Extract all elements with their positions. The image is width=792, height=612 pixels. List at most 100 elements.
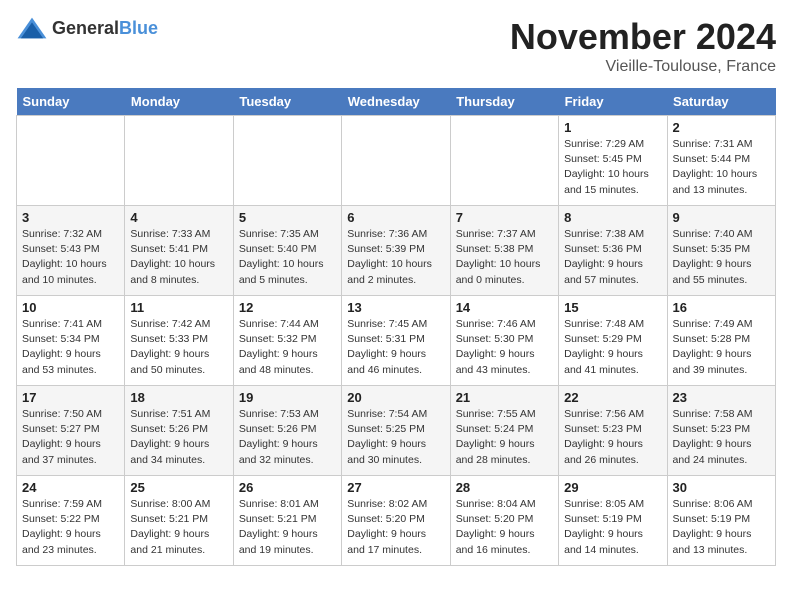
logo-icon [16, 16, 48, 40]
day-info: Sunrise: 7:53 AM Sunset: 5:26 PM Dayligh… [239, 407, 336, 468]
day-number: 8 [564, 210, 661, 225]
calendar-cell: 14Sunrise: 7:46 AM Sunset: 5:30 PM Dayli… [450, 296, 558, 386]
day-number: 29 [564, 480, 661, 495]
calendar-header-row: SundayMondayTuesdayWednesdayThursdayFrid… [17, 88, 776, 116]
calendar-cell: 11 Sunrise: 7:42 AM Sunset: 5:33 PM Dayli… [125, 296, 233, 386]
calendar-cell: 24 Sunrise: 7:59 AM Sunset: 5:22 PM Dayli… [17, 476, 125, 566]
day-number: 22 [564, 390, 661, 405]
day-info: Sunrise: 7:49 AM Sunset: 5:28 PM Dayligh… [673, 317, 770, 378]
header-sunday: Sunday [17, 88, 125, 116]
day-number: 20 [347, 390, 444, 405]
day-info: Sunrise: 8:05 AM Sunset: 5:19 PM Dayligh… [564, 497, 661, 558]
calendar-cell: 22 Sunrise: 7:56 AM Sunset: 5:23 PM Dayli… [559, 386, 667, 476]
day-number: 24 [22, 480, 119, 495]
header-wednesday: Wednesday [342, 88, 450, 116]
day-number: 4 [130, 210, 227, 225]
day-number: 18 [130, 390, 227, 405]
calendar-cell: 8 Sunrise: 7:38 AM Sunset: 5:36 PM Daylig… [559, 206, 667, 296]
calendar-cell: 26Sunrise: 8:01 AM Sunset: 5:21 PM Dayli… [233, 476, 341, 566]
day-info: Sunrise: 8:00 AM Sunset: 5:21 PM Dayligh… [130, 497, 227, 558]
calendar-cell: 2 Sunrise: 7:31 AM Sunset: 5:44 PM Daylig… [667, 116, 775, 206]
day-number: 6 [347, 210, 444, 225]
title-area: November 2024 Vieille-Toulouse, France [510, 16, 776, 76]
calendar-week-row: 3 Sunrise: 7:32 AM Sunset: 5:43 PM Daylig… [17, 206, 776, 296]
day-info: Sunrise: 8:02 AM Sunset: 5:20 PM Dayligh… [347, 497, 444, 558]
day-info: Sunrise: 7:55 AM Sunset: 5:24 PM Dayligh… [456, 407, 553, 468]
day-info: Sunrise: 7:44 AM Sunset: 5:32 PM Dayligh… [239, 317, 336, 378]
location-title: Vieille-Toulouse, France [510, 58, 776, 76]
day-info: Sunrise: 7:41 AM Sunset: 5:34 PM Dayligh… [22, 317, 119, 378]
logo-general: General [52, 18, 119, 38]
day-number: 1 [564, 120, 661, 135]
header-monday: Monday [125, 88, 233, 116]
calendar-week-row: 10 Sunrise: 7:41 AM Sunset: 5:34 PM Dayli… [17, 296, 776, 386]
day-number: 3 [22, 210, 119, 225]
logo: GeneralBlue [16, 16, 158, 40]
day-number: 2 [673, 120, 770, 135]
day-number: 12 [239, 300, 336, 315]
day-info: Sunrise: 7:50 AM Sunset: 5:27 PM Dayligh… [22, 407, 119, 468]
day-info: Sunrise: 7:32 AM Sunset: 5:43 PM Dayligh… [22, 227, 119, 288]
calendar-cell [233, 116, 341, 206]
calendar-cell: 30 Sunrise: 8:06 AM Sunset: 5:19 PM Dayli… [667, 476, 775, 566]
day-number: 28 [456, 480, 553, 495]
calendar-cell: 10 Sunrise: 7:41 AM Sunset: 5:34 PM Dayli… [17, 296, 125, 386]
day-number: 9 [673, 210, 770, 225]
day-info: Sunrise: 7:51 AM Sunset: 5:26 PM Dayligh… [130, 407, 227, 468]
calendar-cell: 1Sunrise: 7:29 AM Sunset: 5:45 PM Daylig… [559, 116, 667, 206]
day-info: Sunrise: 7:45 AM Sunset: 5:31 PM Dayligh… [347, 317, 444, 378]
day-number: 21 [456, 390, 553, 405]
calendar-week-row: 17 Sunrise: 7:50 AM Sunset: 5:27 PM Dayli… [17, 386, 776, 476]
month-title: November 2024 [510, 16, 776, 58]
day-info: Sunrise: 7:48 AM Sunset: 5:29 PM Dayligh… [564, 317, 661, 378]
calendar-week-row: 24 Sunrise: 7:59 AM Sunset: 5:22 PM Dayli… [17, 476, 776, 566]
calendar-cell: 20 Sunrise: 7:54 AM Sunset: 5:25 PM Dayli… [342, 386, 450, 476]
calendar-cell: 25Sunrise: 8:00 AM Sunset: 5:21 PM Dayli… [125, 476, 233, 566]
day-number: 19 [239, 390, 336, 405]
day-info: Sunrise: 7:33 AM Sunset: 5:41 PM Dayligh… [130, 227, 227, 288]
calendar-cell: 29 Sunrise: 8:05 AM Sunset: 5:19 PM Dayli… [559, 476, 667, 566]
day-info: Sunrise: 7:38 AM Sunset: 5:36 PM Dayligh… [564, 227, 661, 288]
day-number: 17 [22, 390, 119, 405]
day-number: 16 [673, 300, 770, 315]
day-info: Sunrise: 7:42 AM Sunset: 5:33 PM Dayligh… [130, 317, 227, 378]
day-info: Sunrise: 8:06 AM Sunset: 5:19 PM Dayligh… [673, 497, 770, 558]
day-number: 7 [456, 210, 553, 225]
calendar-cell: 27 Sunrise: 8:02 AM Sunset: 5:20 PM Dayli… [342, 476, 450, 566]
day-number: 26 [239, 480, 336, 495]
day-number: 5 [239, 210, 336, 225]
calendar-table: SundayMondayTuesdayWednesdayThursdayFrid… [16, 88, 776, 566]
day-info: Sunrise: 7:59 AM Sunset: 5:22 PM Dayligh… [22, 497, 119, 558]
calendar-cell: 19 Sunrise: 7:53 AM Sunset: 5:26 PM Dayli… [233, 386, 341, 476]
calendar-cell: 13 Sunrise: 7:45 AM Sunset: 5:31 PM Dayli… [342, 296, 450, 386]
day-info: Sunrise: 7:31 AM Sunset: 5:44 PM Dayligh… [673, 137, 770, 198]
calendar-cell [125, 116, 233, 206]
day-number: 13 [347, 300, 444, 315]
calendar-cell: 15 Sunrise: 7:48 AM Sunset: 5:29 PM Dayli… [559, 296, 667, 386]
header-thursday: Thursday [450, 88, 558, 116]
day-info: Sunrise: 7:37 AM Sunset: 5:38 PM Dayligh… [456, 227, 553, 288]
calendar-cell: 6 Sunrise: 7:36 AM Sunset: 5:39 PM Daylig… [342, 206, 450, 296]
day-number: 15 [564, 300, 661, 315]
calendar-cell: 3 Sunrise: 7:32 AM Sunset: 5:43 PM Daylig… [17, 206, 125, 296]
calendar-cell: 18 Sunrise: 7:51 AM Sunset: 5:26 PM Dayli… [125, 386, 233, 476]
calendar-cell: 7 Sunrise: 7:37 AM Sunset: 5:38 PM Daylig… [450, 206, 558, 296]
day-info: Sunrise: 7:54 AM Sunset: 5:25 PM Dayligh… [347, 407, 444, 468]
day-info: Sunrise: 7:56 AM Sunset: 5:23 PM Dayligh… [564, 407, 661, 468]
day-number: 11 [130, 300, 227, 315]
calendar-cell [450, 116, 558, 206]
day-number: 27 [347, 480, 444, 495]
day-info: Sunrise: 7:58 AM Sunset: 5:23 PM Dayligh… [673, 407, 770, 468]
calendar-cell: 12 Sunrise: 7:44 AM Sunset: 5:32 PM Dayli… [233, 296, 341, 386]
calendar-cell: 17 Sunrise: 7:50 AM Sunset: 5:27 PM Dayli… [17, 386, 125, 476]
calendar-cell: 21 Sunrise: 7:55 AM Sunset: 5:24 PM Dayli… [450, 386, 558, 476]
day-number: 10 [22, 300, 119, 315]
day-info: Sunrise: 7:36 AM Sunset: 5:39 PM Dayligh… [347, 227, 444, 288]
day-info: Sunrise: 7:35 AM Sunset: 5:40 PM Dayligh… [239, 227, 336, 288]
calendar-cell: 4 Sunrise: 7:33 AM Sunset: 5:41 PM Daylig… [125, 206, 233, 296]
header-tuesday: Tuesday [233, 88, 341, 116]
calendar-cell [342, 116, 450, 206]
calendar-cell: 28Sunrise: 8:04 AM Sunset: 5:20 PM Dayli… [450, 476, 558, 566]
day-number: 30 [673, 480, 770, 495]
calendar-cell [17, 116, 125, 206]
